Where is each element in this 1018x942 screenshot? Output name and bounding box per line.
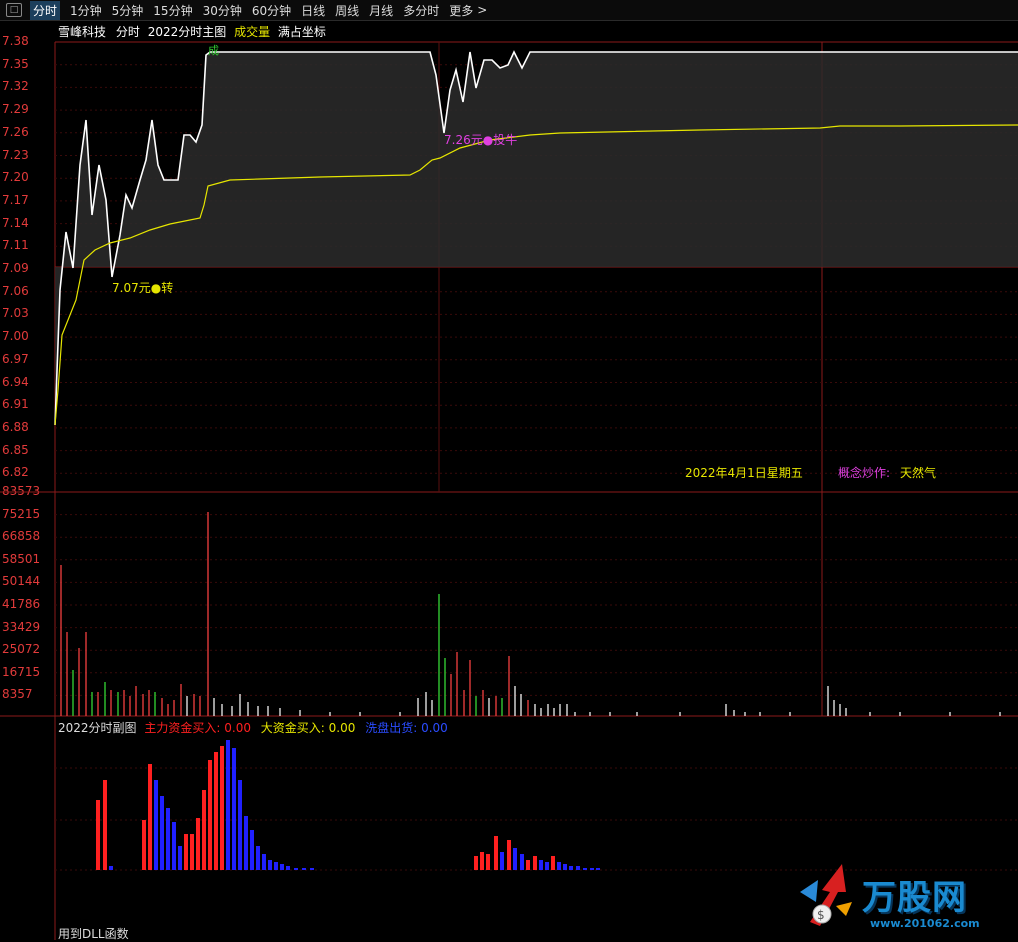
sub-bar bbox=[196, 818, 200, 870]
sub-bar bbox=[526, 860, 530, 870]
big-buy-label: 大资金买入: bbox=[260, 721, 325, 735]
price-area-fill bbox=[55, 52, 1018, 425]
sub-bar bbox=[226, 740, 230, 870]
main-buy-value: 0.00 bbox=[224, 721, 251, 735]
sub-bar bbox=[154, 780, 158, 870]
sub-bar bbox=[520, 854, 524, 870]
brand-url: www.201062.com bbox=[870, 917, 980, 930]
sub-bar bbox=[310, 868, 314, 870]
sub-bar bbox=[480, 852, 484, 870]
brand-name: 万股网 bbox=[862, 878, 967, 918]
sub-bar bbox=[148, 764, 152, 870]
sub-bar bbox=[545, 862, 549, 870]
sub-bar bbox=[256, 846, 260, 870]
sub-bar bbox=[500, 852, 504, 870]
sub-bar bbox=[557, 862, 561, 870]
sub-bar bbox=[590, 868, 594, 870]
big-buy-value: 0.00 bbox=[328, 721, 356, 735]
sub-bar bbox=[539, 860, 543, 870]
sub-bar bbox=[214, 752, 218, 870]
sub-bar bbox=[172, 822, 176, 870]
sub-bar bbox=[474, 856, 478, 870]
sub-bar bbox=[190, 834, 194, 870]
sub-bar bbox=[583, 868, 587, 870]
sub-bar bbox=[274, 862, 278, 870]
sub-bar bbox=[238, 780, 242, 870]
wash-value: 0.00 bbox=[421, 721, 448, 735]
sub-bar bbox=[262, 854, 266, 870]
sub-bar bbox=[184, 834, 188, 870]
low-annotation: 7.07元●转 bbox=[112, 281, 174, 295]
sub-bar bbox=[103, 780, 107, 870]
sub-footer: 用到DLL函数 bbox=[58, 927, 129, 941]
sub-bar bbox=[96, 800, 100, 870]
sub-bar bbox=[576, 866, 580, 870]
sub-bar bbox=[563, 864, 567, 870]
sub-bar bbox=[280, 864, 284, 870]
sub-bar bbox=[250, 830, 254, 870]
brand-logo: $ 万股网 www.201062.com bbox=[800, 862, 1000, 938]
sub-bar bbox=[533, 856, 537, 870]
sub-bar bbox=[202, 790, 206, 870]
sub-bar bbox=[294, 868, 298, 870]
sub-bar bbox=[551, 856, 555, 870]
sub-bar bbox=[569, 866, 573, 870]
concept-label: 概念炒作: bbox=[838, 466, 891, 480]
sub-bar bbox=[244, 816, 248, 870]
sub-bar bbox=[486, 854, 490, 870]
sub-bar bbox=[596, 868, 600, 870]
sub-bar bbox=[494, 836, 498, 870]
sub-bar bbox=[178, 846, 182, 870]
main-buy-label: 主力资金买入: bbox=[144, 721, 221, 735]
sub-bar bbox=[220, 746, 224, 870]
svg-text:$: $ bbox=[817, 908, 825, 922]
sub-bar bbox=[507, 840, 511, 870]
mid-annotation: 7.26元●投牛 bbox=[444, 133, 518, 147]
concept-value: 天然气 bbox=[900, 466, 937, 480]
sub-bar bbox=[513, 848, 517, 870]
sub-bar bbox=[286, 866, 290, 870]
sub-title: 2022分时副图 bbox=[58, 721, 137, 735]
sub-bar bbox=[166, 808, 170, 870]
sub-bar bbox=[160, 796, 164, 870]
wash-label: 洗盘出货: bbox=[365, 721, 418, 735]
sub-bar bbox=[232, 748, 236, 870]
sub-bar bbox=[302, 868, 306, 870]
buy-mark: 成 bbox=[208, 44, 219, 57]
date-text: 2022年4月1日星期五 bbox=[685, 466, 803, 480]
sub-bar bbox=[268, 860, 272, 870]
sub-header: 2022分时副图 主力资金买入: 0.00 大资金买入: 0.00 洗盘出货: … bbox=[58, 719, 448, 736]
sub-bar bbox=[142, 820, 146, 870]
sub-bar bbox=[109, 866, 113, 870]
sub-bar bbox=[208, 760, 212, 870]
